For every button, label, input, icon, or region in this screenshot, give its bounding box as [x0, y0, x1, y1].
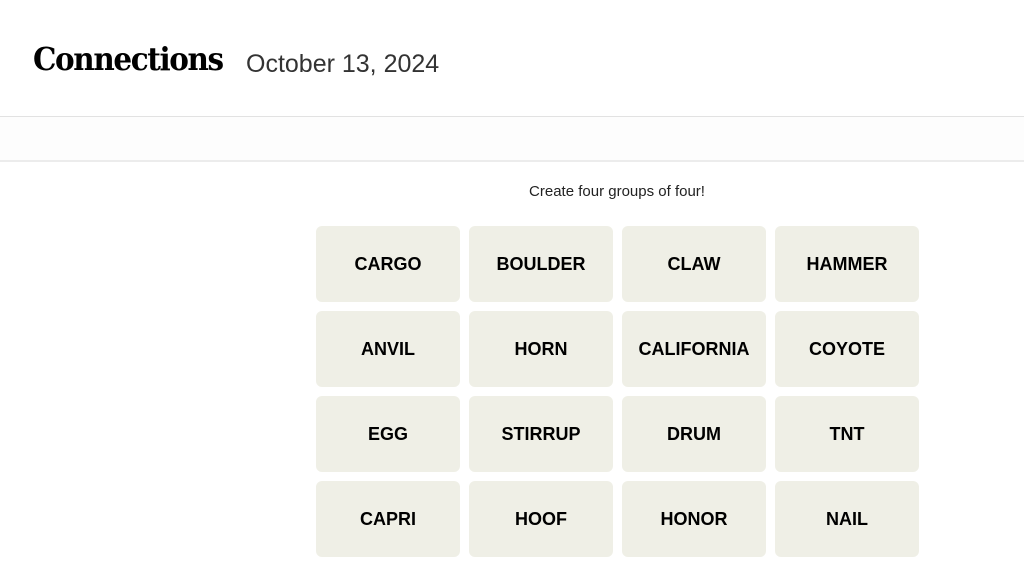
word-tile[interactable]: HAMMER — [775, 226, 919, 302]
word-tile[interactable]: COYOTE — [775, 311, 919, 387]
word-tile[interactable]: CLAW — [622, 226, 766, 302]
toolbar-bar — [0, 117, 1024, 160]
word-tile[interactable]: HONOR — [622, 481, 766, 557]
word-tile[interactable]: BOULDER — [469, 226, 613, 302]
game-title: Connections — [33, 40, 224, 78]
word-tile[interactable]: CALIFORNIA — [622, 311, 766, 387]
game-instructions: Create four groups of four! — [529, 183, 705, 200]
word-tile[interactable]: DRUM — [622, 396, 766, 472]
word-tile[interactable]: CAPRI — [316, 481, 460, 557]
word-tile[interactable]: EGG — [316, 396, 460, 472]
word-tile[interactable]: HOOF — [469, 481, 613, 557]
word-tile[interactable]: STIRRUP — [469, 396, 613, 472]
word-tile[interactable]: CARGO — [316, 226, 460, 302]
puzzle-date: October 13, 2024 — [246, 50, 440, 78]
word-tile[interactable]: HORN — [469, 311, 613, 387]
page-header: Connections October 13, 2024 — [0, 0, 1024, 116]
word-grid: CARGO BOULDER CLAW HAMMER ANVIL HORN CAL… — [316, 226, 919, 557]
word-tile[interactable]: ANVIL — [316, 311, 460, 387]
word-tile[interactable]: TNT — [775, 396, 919, 472]
toolbar-divider — [0, 160, 1024, 162]
word-tile[interactable]: NAIL — [775, 481, 919, 557]
